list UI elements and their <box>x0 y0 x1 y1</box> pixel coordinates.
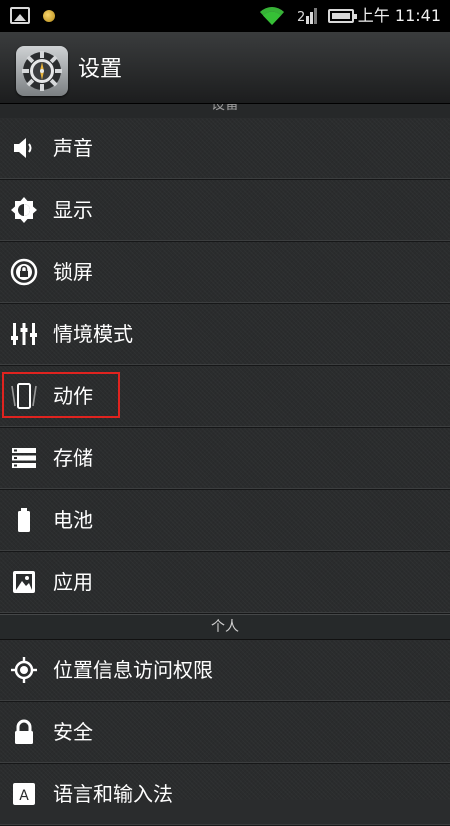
lock-screen-icon <box>10 258 38 286</box>
settings-item-battery[interactable]: 电池 <box>0 490 450 552</box>
language-icon: A <box>13 783 35 805</box>
status-time: 上午 11:41 <box>357 6 441 25</box>
brightness-icon <box>11 197 37 223</box>
settings-item-language[interactable]: A 语言和输入法 <box>0 764 450 826</box>
motion-phone-icon <box>11 383 37 409</box>
settings-item-label: 电池 <box>53 508 93 532</box>
section-header-device: 设备 <box>0 104 450 118</box>
settings-item-label: 锁屏 <box>53 260 93 284</box>
settings-item-profiles[interactable]: 情境模式 <box>0 304 450 366</box>
svg-text:2: 2 <box>297 10 305 25</box>
padlock-icon <box>15 719 33 744</box>
notification-dot-icon <box>43 10 55 22</box>
sim-icon: 2 <box>297 8 317 25</box>
location-icon <box>11 657 37 683</box>
settings-item-label: 安全 <box>53 720 93 744</box>
settings-item-label: 位置信息访问权限 <box>53 658 213 682</box>
action-bar: 设置 <box>0 32 450 104</box>
settings-item-label: 情境模式 <box>53 322 133 346</box>
battery-status-icon <box>328 9 357 23</box>
settings-item-label: 动作 <box>53 384 93 408</box>
battery-icon <box>18 508 30 532</box>
settings-item-lockscreen[interactable]: 锁屏 <box>0 242 450 304</box>
page-title: 设置 <box>78 57 123 82</box>
apps-icon <box>13 571 35 593</box>
status-bar: 2 上午 11:41 <box>0 0 450 32</box>
settings-item-storage[interactable]: 存储 <box>0 428 450 490</box>
settings-item-label: 语言和输入法 <box>53 782 173 806</box>
settings-item-display[interactable]: 显示 <box>0 180 450 242</box>
settings-item-location[interactable]: 位置信息访问权限 <box>0 640 450 702</box>
settings-list: 声音 显示 锁屏 情境模式 动作 存储 电池 应用 个人 位置信息访问权限 安全… <box>0 118 450 826</box>
settings-item-apps[interactable]: 应用 <box>0 552 450 614</box>
wifi-icon <box>260 7 284 25</box>
settings-item-label: 显示 <box>53 198 93 222</box>
sliders-icon <box>11 323 37 345</box>
settings-item-label: 声音 <box>53 136 93 160</box>
speaker-icon <box>14 138 32 158</box>
storage-icon <box>12 448 36 468</box>
settings-item-motion[interactable]: 动作 <box>0 366 450 428</box>
settings-item-label: 存储 <box>53 446 93 470</box>
section-header-label: 个人 <box>211 619 239 635</box>
settings-gear-icon[interactable] <box>16 46 68 96</box>
section-header-personal: 个人 <box>0 614 450 640</box>
svg-text:A: A <box>19 788 29 804</box>
settings-item-sound[interactable]: 声音 <box>0 118 450 180</box>
settings-item-security[interactable]: 安全 <box>0 702 450 764</box>
gallery-icon <box>10 7 30 24</box>
section-header-label: 设备 <box>211 104 239 113</box>
settings-item-label: 应用 <box>53 570 93 594</box>
